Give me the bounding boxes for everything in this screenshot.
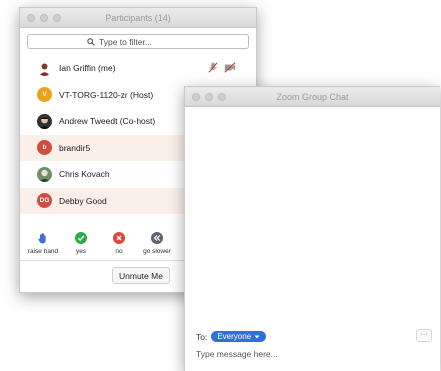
- initial-avatar: V: [37, 87, 52, 103]
- window-controls: [27, 14, 61, 22]
- participant-filter[interactable]: [27, 34, 249, 49]
- unmute-me-button[interactable]: Unmute Me: [112, 267, 170, 284]
- minimize-window-button[interactable]: [205, 93, 213, 101]
- no-button[interactable]: no: [100, 232, 138, 255]
- recipient-dropdown[interactable]: Everyone: [211, 331, 267, 342]
- chat-title: Zoom Group Chat: [276, 92, 349, 102]
- chat-titlebar[interactable]: Zoom Group Chat: [185, 87, 440, 107]
- check-icon: [75, 232, 87, 244]
- message-input[interactable]: [196, 349, 426, 359]
- participant-name: Andrew Tweedt (Co-host): [59, 116, 156, 127]
- reaction-label: no: [115, 248, 123, 255]
- participant-row[interactable]: Ian Griffin (me): [20, 55, 256, 82]
- to-label: To:: [196, 331, 208, 342]
- initial-avatar: DG: [37, 193, 52, 209]
- reaction-label: raise hand: [27, 248, 59, 255]
- photo-avatar: [37, 60, 52, 76]
- participants-titlebar[interactable]: Participants (14): [20, 8, 256, 28]
- reaction-label: go slower: [143, 248, 171, 255]
- video-off-icon[interactable]: [224, 62, 236, 73]
- minimize-window-button[interactable]: [40, 14, 48, 22]
- chat-window: Zoom Group Chat To: Everyone ···: [184, 86, 440, 371]
- zoom-window-button[interactable]: [53, 14, 61, 22]
- participant-status-icons: [208, 62, 236, 73]
- participant-name: Debby Good: [59, 195, 107, 206]
- search-icon: [87, 37, 95, 46]
- x-icon: [113, 232, 125, 244]
- photo-avatar: [37, 113, 52, 129]
- recipient-row: To: Everyone: [196, 331, 267, 342]
- participant-name: Chris Kovach: [59, 169, 110, 180]
- photo-avatar: [37, 166, 52, 182]
- recipient-value: Everyone: [217, 332, 252, 341]
- yes-button[interactable]: yes: [62, 232, 100, 255]
- participants-title: Participants (14): [105, 13, 171, 23]
- reaction-label: yes: [75, 248, 87, 255]
- window-controls: [192, 93, 226, 101]
- close-window-button[interactable]: [192, 93, 200, 101]
- chevron-down-icon: [254, 335, 260, 338]
- participant-name: brandir5: [59, 142, 91, 153]
- raise-hand-button[interactable]: raise hand: [24, 232, 62, 255]
- raise-hand-icon: [38, 233, 46, 244]
- muted-mic-icon[interactable]: [208, 62, 218, 73]
- zoom-window-button[interactable]: [218, 93, 226, 101]
- filter-input[interactable]: [99, 36, 189, 47]
- rewind-icon: [151, 232, 163, 244]
- participant-name: VT-TORG-1120-zr (Host): [59, 89, 154, 100]
- initial-avatar: b: [37, 140, 52, 156]
- participant-name: Ian Griffin (me): [59, 63, 116, 74]
- close-window-button[interactable]: [27, 14, 35, 22]
- more-options-button[interactable]: ···: [416, 329, 432, 342]
- go-slower-button[interactable]: go slower: [138, 232, 176, 255]
